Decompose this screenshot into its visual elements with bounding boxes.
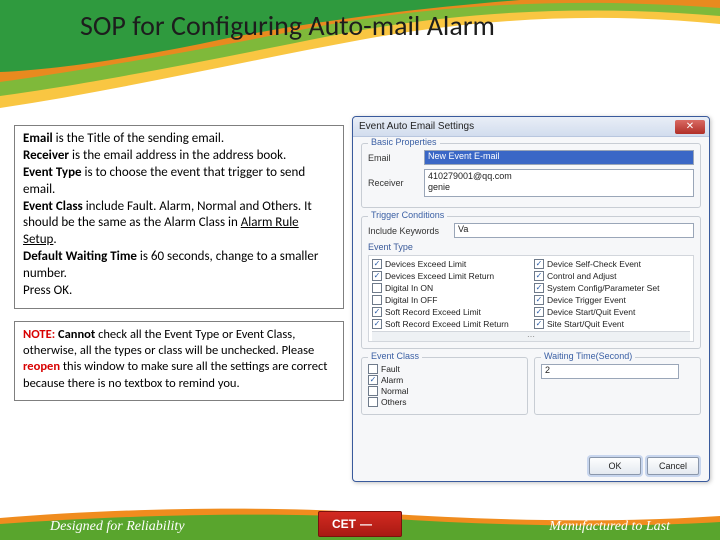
event-type-checkbox[interactable]: Site Start/Quit Event [534,319,690,329]
description-textbox: Email is the Title of the sending email.… [14,125,344,309]
desc-receiver-label: Receiver [23,148,69,163]
checkbox-icon[interactable] [534,295,544,305]
event-type-checkbox[interactable]: Soft Record Exceed Limit Return [372,319,528,329]
event-class-checkbox[interactable]: Normal [368,386,521,396]
checkbox-icon[interactable] [534,307,544,317]
checkbox-icon[interactable] [372,259,382,269]
desc-eventclass-label: Event Class [23,199,83,214]
event-class-checkbox[interactable]: Fault [368,364,521,374]
cet-logo: CET — [318,511,402,537]
slide-title: SOP for Configuring Auto-mail Alarm [80,8,495,43]
description-column: Email is the Title of the sending email.… [14,125,344,401]
event-class-checkbox[interactable]: Alarm [368,375,521,385]
desc-defwait-label: Default Waiting Time [23,249,137,264]
event-type-checkbox[interactable]: System Config/Parameter Set [534,283,690,293]
event-type-checkbox[interactable]: Device Self-Check Event [534,259,690,269]
cancel-button[interactable]: Cancel [647,457,699,475]
dialog-title: Event Auto Email Settings [359,121,675,132]
checkbox-icon[interactable] [534,271,544,281]
event-type-checkbox[interactable]: Devices Exceed Limit Return [372,271,528,281]
ok-button[interactable]: OK [589,457,641,475]
desc-email-label: Email [23,131,53,146]
event-type-list[interactable]: Devices Exceed Limit Device Self-Check Ev… [368,255,694,342]
desc-eventtype-label: Event Type [23,165,82,180]
checkbox-icon[interactable] [368,386,378,396]
email-field[interactable]: New Event E-mail [424,150,694,165]
footer-right: Manufactured to Last [549,519,670,535]
group-event-class: Event Class FaultAlarmNormalOthers [361,357,528,415]
event-class-checkbox[interactable]: Others [368,397,521,407]
checkbox-icon[interactable] [372,319,382,329]
checkbox-icon[interactable] [368,397,378,407]
waiting-time-field[interactable]: 2 [541,364,679,379]
event-type-checkbox[interactable]: Digital In ON [372,283,528,293]
event-type-checkbox[interactable]: Devices Exceed Limit [372,259,528,269]
footer-left: Designed for Reliability [50,519,185,535]
checkbox-icon[interactable] [372,271,382,281]
label-email: Email [368,153,420,163]
note-textbox: NOTE: Cannot check all the Event Type or… [14,321,344,401]
checkbox-icon[interactable] [372,295,382,305]
close-icon[interactable]: ✕ [675,120,705,134]
svg-text:CET: CET [332,517,357,531]
event-type-checkbox[interactable]: Device Trigger Event [534,295,690,305]
label-event-type: Event Type [368,242,694,252]
checkbox-icon[interactable] [368,375,378,385]
checkbox-icon[interactable] [372,307,382,317]
label-keywords: Include Keywords [368,226,450,236]
receiver-field[interactable]: 410279001@qq.com genie [424,169,694,197]
note-label: NOTE: [23,327,55,342]
event-auto-email-dialog: Event Auto Email Settings ✕ Basic Proper… [352,116,710,482]
event-type-checkbox[interactable]: Soft Record Exceed Limit [372,307,528,317]
group-waiting-time: Waiting Time(Second) 2 [534,357,701,415]
group-basic-properties: Basic Properties Email New Event E-mail … [361,143,701,208]
svg-text:—: — [360,517,372,531]
checkbox-icon[interactable] [534,283,544,293]
checkbox-icon[interactable] [534,319,544,329]
checkbox-icon[interactable] [372,283,382,293]
group-trigger-conditions: Trigger Conditions Include Keywords Va E… [361,216,701,349]
checkbox-icon[interactable] [534,259,544,269]
label-receiver: Receiver [368,178,420,188]
checkbox-icon[interactable] [368,364,378,374]
event-type-checkbox[interactable]: Control and Adjust [534,271,690,281]
scrollbar[interactable]: ⋯ [372,331,690,341]
event-type-checkbox[interactable]: Digital In OFF [372,295,528,305]
event-type-checkbox[interactable]: Device Start/Quit Event [534,307,690,317]
dialog-titlebar[interactable]: Event Auto Email Settings ✕ [353,117,709,137]
keywords-field[interactable]: Va [454,223,694,238]
